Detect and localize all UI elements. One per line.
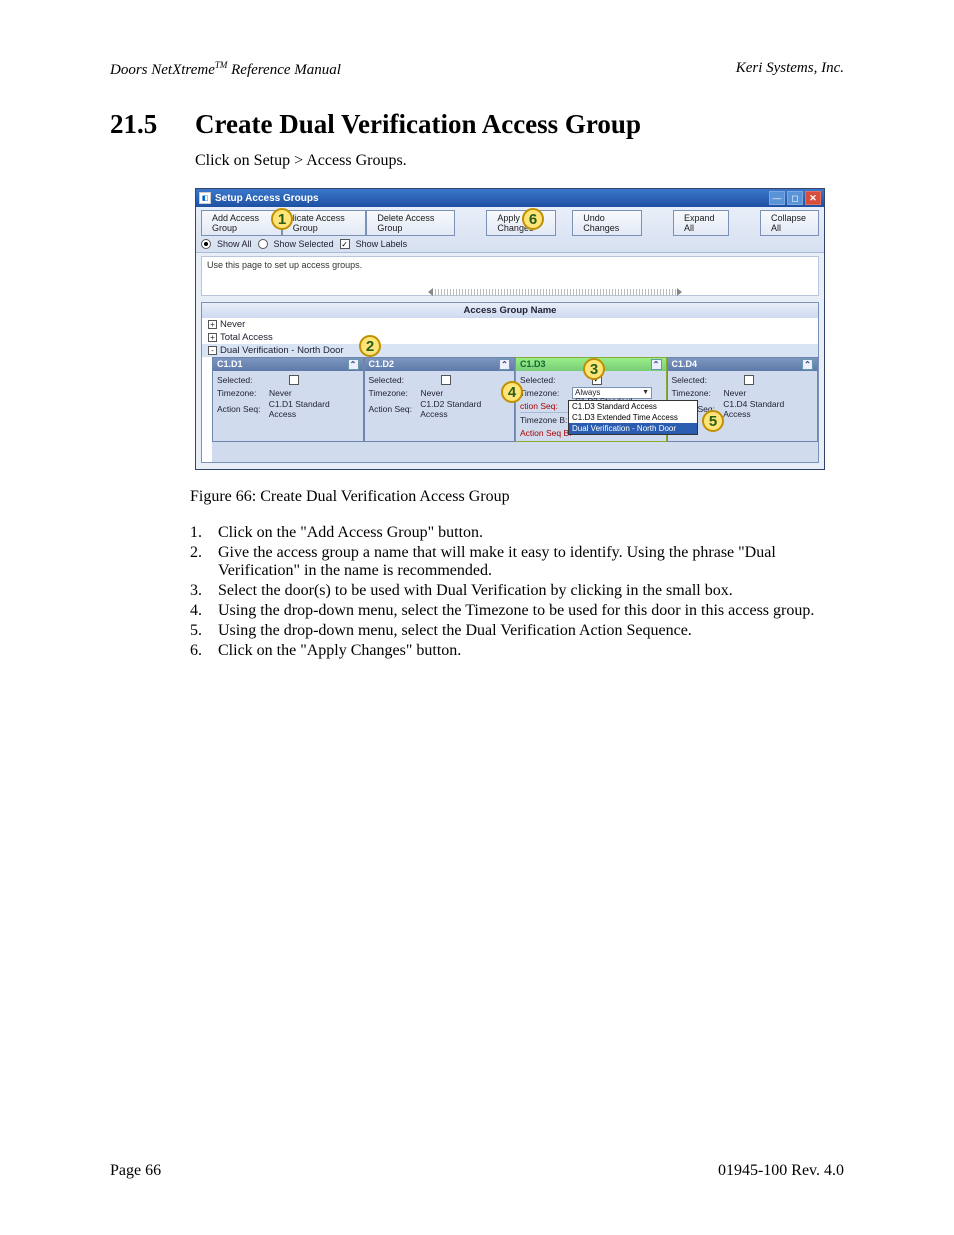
expand-all-button[interactable]: Expand All <box>673 210 728 236</box>
callout-2: 2 <box>359 335 381 357</box>
door-title: C1.D3 <box>520 359 546 370</box>
chevron-down-icon: ▼ <box>642 389 649 396</box>
step-text: Give the access group a name that will m… <box>218 544 844 580</box>
callout-1: 1 <box>271 208 293 230</box>
dropdown-option[interactable]: C1.D3 Extended Time Access <box>569 412 697 423</box>
steps-list: 1.Click on the "Add Access Group" button… <box>190 524 844 660</box>
dropdown-option[interactable]: C1.D3 Standard Access <box>569 401 697 412</box>
list-item-dual[interactable]: - Dual Verification - North Door <box>202 344 818 357</box>
delete-access-group-button[interactable]: Delete Access Group <box>366 210 455 236</box>
action-seq-dropdown-list[interactable]: C1.D3 Standard Access C1.D3 Extended Tim… <box>568 400 698 435</box>
add-access-group-button[interactable]: Add Access Group <box>201 210 282 236</box>
show-labels-checkbox[interactable] <box>340 239 350 249</box>
selected-checkbox[interactable] <box>289 375 299 385</box>
step-text: Click on the "Apply Changes" button. <box>218 642 844 660</box>
splitter-handle[interactable] <box>432 289 678 296</box>
door-title: C1.D4 <box>672 359 698 370</box>
callout-4: 4 <box>501 381 523 403</box>
expand-icon[interactable]: + <box>208 333 217 342</box>
app-icon: ◧ <box>199 192 211 204</box>
doc-revision: 01945-100 Rev. 4.0 <box>718 1162 844 1180</box>
show-all-radio[interactable] <box>201 239 211 249</box>
collapse-panel-icon[interactable]: ⌃ <box>499 359 510 370</box>
page-number: Page 66 <box>110 1162 161 1180</box>
info-text: Use this page to set up access groups. <box>207 260 362 270</box>
header-right: Keri Systems, Inc. <box>736 60 844 79</box>
duplicate-access-group-button[interactable]: licate Access Group <box>282 210 367 236</box>
window-title: Setup Access Groups <box>215 193 767 204</box>
step-text: Click on the "Add Access Group" button. <box>218 524 844 542</box>
apply-changes-button[interactable]: Apply Changes <box>486 210 556 236</box>
info-strip: Use this page to set up access groups. <box>201 256 819 296</box>
header-left: Doors NetXtremeTM Reference Manual <box>110 60 341 79</box>
minimize-button[interactable]: — <box>769 191 785 205</box>
door-title: C1.D1 <box>217 359 243 370</box>
section-number: 21.5 <box>110 109 165 140</box>
door-panel-c1d2: C1.D2 ⌃ Selected: Timezone:Never Action … <box>364 357 516 442</box>
selected-checkbox[interactable] <box>744 375 754 385</box>
list-item-total[interactable]: + Total Access <box>202 331 818 344</box>
undo-changes-button[interactable]: Undo Changes <box>572 210 641 236</box>
window-titlebar: ◧ Setup Access Groups — ◻ ✕ <box>196 189 824 207</box>
callout-5: 5 <box>702 410 724 432</box>
show-selected-label: Show Selected <box>274 239 334 249</box>
callout-6: 6 <box>522 208 544 230</box>
section-title: Create Dual Verification Access Group <box>195 109 641 140</box>
dropdown-option[interactable]: Dual Verification - North Door <box>569 423 697 434</box>
callout-3: 3 <box>583 358 605 380</box>
collapse-panel-icon[interactable]: ⌃ <box>802 359 813 370</box>
door-panel-c1d1: C1.D1 ⌃ Selected: Timezone:Never Action … <box>212 357 364 442</box>
list-item-never[interactable]: + Never <box>202 318 818 331</box>
collapse-panel-icon[interactable]: ⌃ <box>348 359 359 370</box>
intro-text: Click on Setup > Access Groups. <box>195 152 844 170</box>
figure-caption: Figure 66: Create Dual Verification Acce… <box>190 488 844 506</box>
collapse-icon[interactable]: - <box>208 346 217 355</box>
show-all-label: Show All <box>217 239 252 249</box>
list-header: Access Group Name <box>202 303 818 318</box>
step-text: Select the door(s) to be used with Dual … <box>218 582 844 600</box>
collapse-all-button[interactable]: Collapse All <box>760 210 819 236</box>
collapse-panel-icon[interactable]: ⌃ <box>651 359 662 370</box>
step-text: Using the drop-down menu, select the Tim… <box>218 602 844 620</box>
close-button[interactable]: ✕ <box>805 191 821 205</box>
section-heading: 21.5 Create Dual Verification Access Gro… <box>110 109 844 140</box>
maximize-button[interactable]: ◻ <box>787 191 803 205</box>
show-selected-radio[interactable] <box>258 239 268 249</box>
door-title: C1.D2 <box>369 359 395 370</box>
step-text: Using the drop-down menu, select the Dua… <box>218 622 844 640</box>
expand-icon[interactable]: + <box>208 320 217 329</box>
show-labels-label: Show Labels <box>356 239 408 249</box>
selected-checkbox[interactable] <box>441 375 451 385</box>
screenshot-window: ◧ Setup Access Groups — ◻ ✕ Add Access G… <box>195 188 825 470</box>
